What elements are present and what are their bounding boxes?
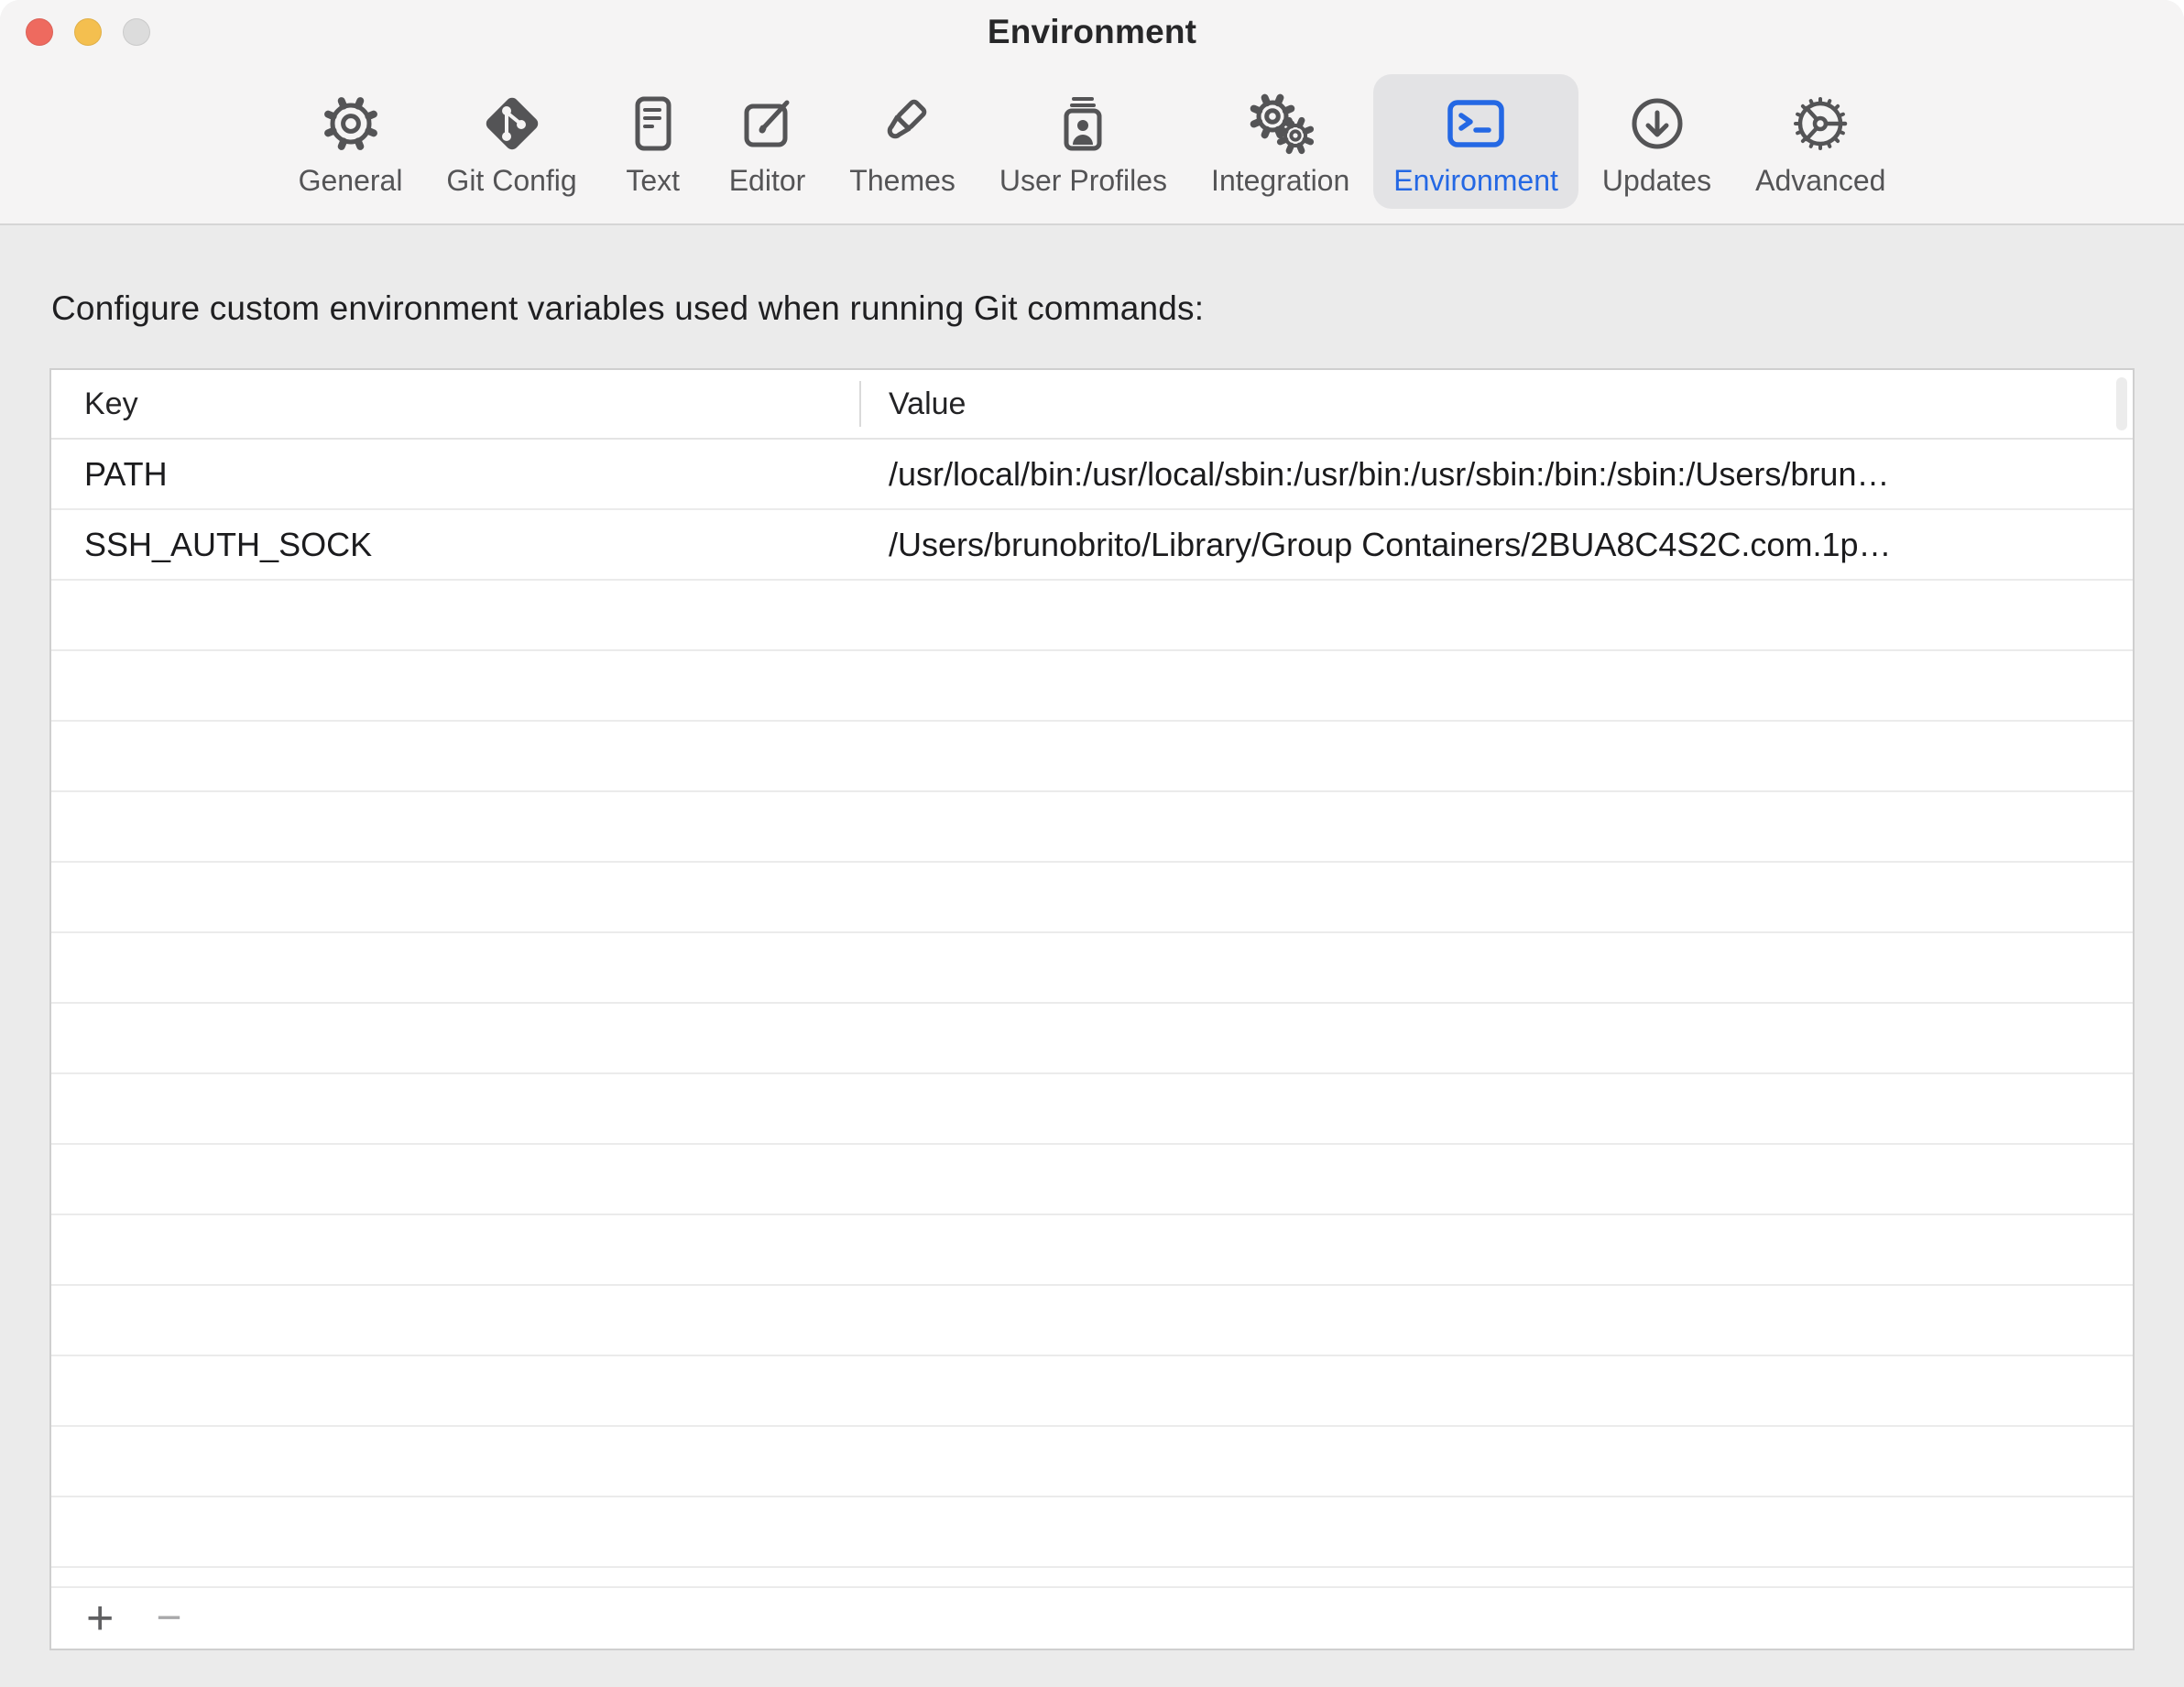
environment-variables-table: Key Value PATH/usr/local/bin:/usr/local/… xyxy=(49,368,2135,1650)
tab-label: Advanced xyxy=(1755,164,1885,198)
empty-table-row[interactable] xyxy=(51,651,2133,722)
empty-table-row[interactable] xyxy=(51,863,2133,933)
preferences-window: Environment General Git Config Text Edit… xyxy=(0,0,2184,1687)
git-diamond-icon xyxy=(479,89,545,158)
empty-table-row[interactable] xyxy=(51,1074,2133,1145)
tab-text[interactable]: Text xyxy=(601,74,705,209)
tab-user-profiles[interactable]: User Profiles xyxy=(979,74,1187,209)
tab-label: Themes xyxy=(849,164,956,198)
tab-label: Updates xyxy=(1602,164,1711,198)
column-header-key[interactable]: Key xyxy=(51,386,859,422)
empty-table-row[interactable] xyxy=(51,581,2133,651)
empty-table-row[interactable] xyxy=(51,1286,2133,1356)
env-var-key: PATH xyxy=(51,455,859,494)
column-header-value[interactable]: Value xyxy=(859,386,966,422)
empty-table-row[interactable] xyxy=(51,933,2133,1004)
toolbar-tabs: General Git Config Text Editor The xyxy=(0,74,2184,209)
env-var-value: /Users/brunobrito/Library/Group Containe… xyxy=(859,526,2133,564)
empty-table-row[interactable] xyxy=(51,722,2133,792)
table-controls: +− xyxy=(51,1588,2133,1649)
table-row[interactable]: SSH_AUTH_SOCK/Users/brunobrito/Library/G… xyxy=(51,510,2133,581)
table-row[interactable]: PATH/usr/local/bin:/usr/local/sbin:/usr/… xyxy=(51,440,2133,510)
table-body: PATH/usr/local/bin:/usr/local/sbin:/usr/… xyxy=(51,440,2133,1649)
empty-table-row[interactable] xyxy=(51,1427,2133,1497)
toolbar: Environment General Git Config Text Edit… xyxy=(0,0,2184,225)
table-header-row: Key Value xyxy=(51,370,2133,440)
tab-themes[interactable]: Themes xyxy=(829,74,976,209)
empty-table-row[interactable] xyxy=(51,1215,2133,1286)
tab-editor[interactable]: Editor xyxy=(709,74,826,209)
tab-general[interactable]: General xyxy=(278,74,423,209)
tab-label: Editor xyxy=(729,164,806,198)
tab-label: Environment xyxy=(1393,164,1558,198)
tab-label: Git Config xyxy=(446,164,576,198)
empty-table-row[interactable] xyxy=(51,1497,2133,1568)
compose-icon xyxy=(736,89,800,158)
empty-table-row[interactable] xyxy=(51,1004,2133,1074)
tab-advanced[interactable]: Advanced xyxy=(1735,74,1906,209)
gear-icon xyxy=(319,89,383,158)
empty-table-row[interactable] xyxy=(51,1356,2133,1427)
tab-label: Text xyxy=(626,164,680,198)
tab-integration[interactable]: Integration xyxy=(1191,74,1370,209)
tab-git-config[interactable]: Git Config xyxy=(426,74,596,209)
env-var-key: SSH_AUTH_SOCK xyxy=(51,526,859,564)
empty-table-row[interactable] xyxy=(51,1145,2133,1215)
env-var-value: /usr/local/bin:/usr/local/sbin:/usr/bin:… xyxy=(859,455,2133,494)
empty-table-row[interactable] xyxy=(51,792,2133,863)
page-description: Configure custom environment variables u… xyxy=(51,289,1204,328)
tab-label: Integration xyxy=(1211,164,1349,198)
paintbrush-icon xyxy=(870,89,934,158)
tab-updates[interactable]: Updates xyxy=(1582,74,1731,209)
tab-label: General xyxy=(299,164,403,198)
tab-environment[interactable]: Environment xyxy=(1373,74,1578,209)
empty-table-row-clipped xyxy=(51,1568,2133,1588)
remove-variable-button[interactable]: − xyxy=(156,1596,181,1640)
document-icon xyxy=(621,89,685,158)
terminal-icon xyxy=(1441,89,1511,158)
tab-label: User Profiles xyxy=(999,164,1167,198)
double-gears-icon xyxy=(1245,89,1316,158)
cog-wheel-icon xyxy=(1788,89,1852,158)
download-circle-icon xyxy=(1625,89,1689,158)
window-title: Environment xyxy=(0,13,2184,51)
add-variable-button[interactable]: + xyxy=(86,1594,114,1642)
scrollbar-thumb[interactable] xyxy=(2116,377,2127,430)
column-resize-divider[interactable] xyxy=(859,381,861,427)
id-badge-icon xyxy=(1051,89,1115,158)
